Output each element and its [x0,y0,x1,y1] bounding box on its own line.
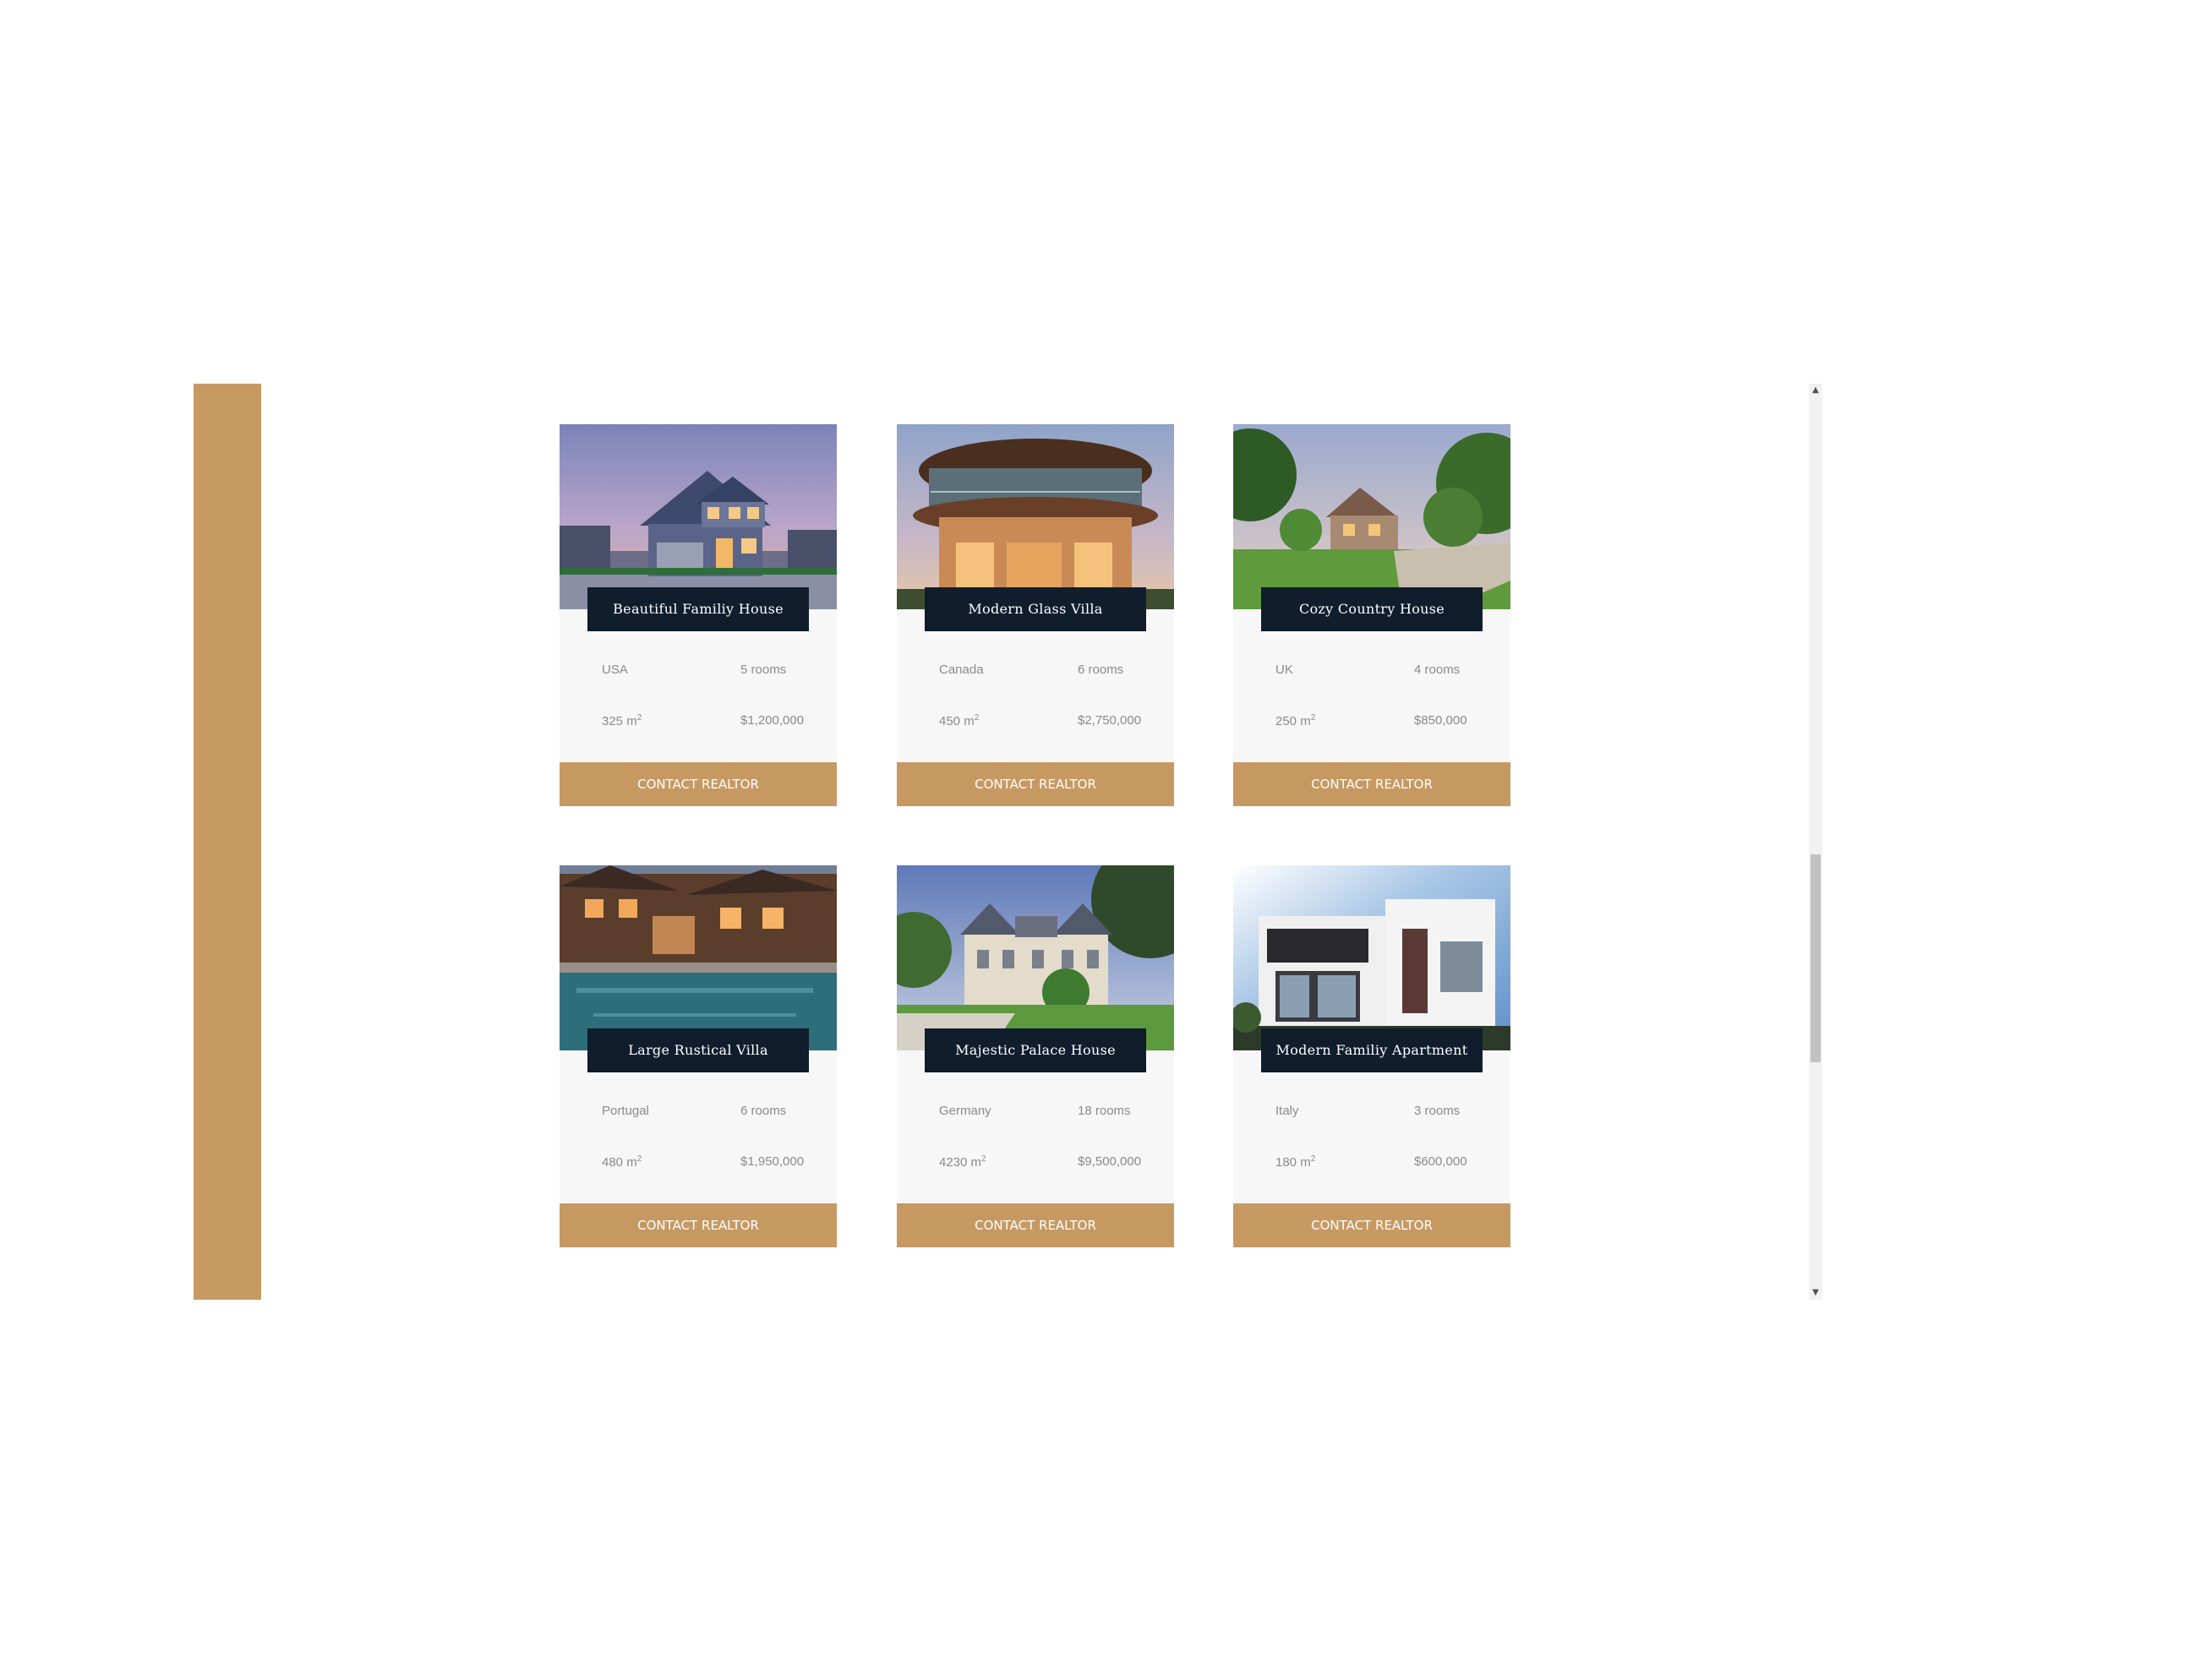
area-unit-exponent: 2 [1310,1154,1316,1164]
rooms-text: 4 rooms [1414,663,1461,677]
price-text: $600,000 [1414,1154,1467,1169]
country-text: USA [602,663,628,677]
home-card: Majestic Palace House Germany 18 rooms 4… [897,865,1174,1247]
area-text: 180 m2 [1275,1154,1315,1170]
area-unit-exponent: 2 [1310,713,1316,723]
home-name-label: Beautiful Familiy House [587,587,809,631]
price-text: $9,500,000 [1078,1154,1142,1169]
house-photo [560,424,837,609]
price-text: $1,950,000 [740,1154,805,1169]
area-value: 325 m [602,714,637,728]
area-text: 4230 m2 [939,1154,986,1170]
rooms-text: 6 rooms [1078,663,1124,677]
country-text: Germany [939,1104,991,1118]
palace-photo [897,865,1174,1050]
area-value: 250 m [1275,714,1311,728]
contact-realtor-button[interactable]: CONTACT REALTOR [560,762,837,806]
contact-realtor-button[interactable]: CONTACT REALTOR [1233,1203,1510,1247]
country-text: Canada [939,663,984,677]
area-text: 250 m2 [1275,713,1315,728]
scroll-thumb[interactable] [1810,854,1821,1062]
scrollbar[interactable]: ▲ ▼ [1809,384,1822,1300]
home-name-label: Large Rustical Villa [587,1028,809,1072]
contact-realtor-button[interactable]: CONTACT REALTOR [560,1203,837,1247]
rooms-text: 18 rooms [1078,1104,1131,1118]
apartment-photo [1233,865,1510,1050]
home-card: Beautiful Familiy House USA 5 rooms 325 … [560,424,837,806]
rooms-text: 3 rooms [1414,1104,1461,1118]
rustic-villa-photo [560,865,837,1050]
price-text: $850,000 [1414,713,1467,728]
home-card: Large Rustical Villa Portugal 6 rooms 48… [560,865,837,1247]
rooms-text: 5 rooms [740,663,787,677]
area-value: 450 m [939,714,975,728]
area-unit-exponent: 2 [636,713,642,723]
contact-realtor-button[interactable]: CONTACT REALTOR [897,762,1174,806]
country-text: UK [1275,663,1293,677]
area-value: 4230 m [939,1155,982,1170]
home-card: Modern Familiy Apartment Italy 3 rooms 1… [1233,865,1510,1247]
price-text: $1,200,000 [740,713,805,728]
area-text: 325 m2 [602,713,642,728]
area-unit-exponent: 2 [974,713,980,723]
home-card: Cozy Country House UK 4 rooms 250 m2 $85… [1233,424,1510,806]
contact-realtor-button[interactable]: CONTACT REALTOR [1233,762,1510,806]
home-card: Modern Glass Villa Canada 6 rooms 450 m2… [897,424,1174,806]
sidebar-accent-bar [194,384,261,1300]
country-text: Portugal [602,1104,649,1118]
villa-photo [897,424,1174,609]
contact-realtor-button[interactable]: CONTACT REALTOR [897,1203,1174,1247]
scroll-up-arrow-icon[interactable]: ▲ [1809,384,1822,397]
home-name-label: Modern Familiy Apartment [1261,1028,1483,1072]
home-name-label: Modern Glass Villa [925,587,1146,631]
home-name-label: Majestic Palace House [925,1028,1146,1072]
country-house-photo [1233,424,1510,609]
area-value: 180 m [1275,1155,1311,1170]
area-value: 480 m [602,1155,637,1170]
scroll-down-arrow-icon[interactable]: ▼ [1809,1286,1822,1300]
home-name-label: Cozy Country House [1261,587,1483,631]
area-text: 450 m2 [939,713,979,728]
rooms-text: 6 rooms [740,1104,787,1118]
price-text: $2,750,000 [1078,713,1142,728]
area-unit-exponent: 2 [981,1154,986,1164]
country-text: Italy [1275,1104,1299,1118]
area-unit-exponent: 2 [636,1154,642,1164]
area-text: 480 m2 [602,1154,642,1170]
